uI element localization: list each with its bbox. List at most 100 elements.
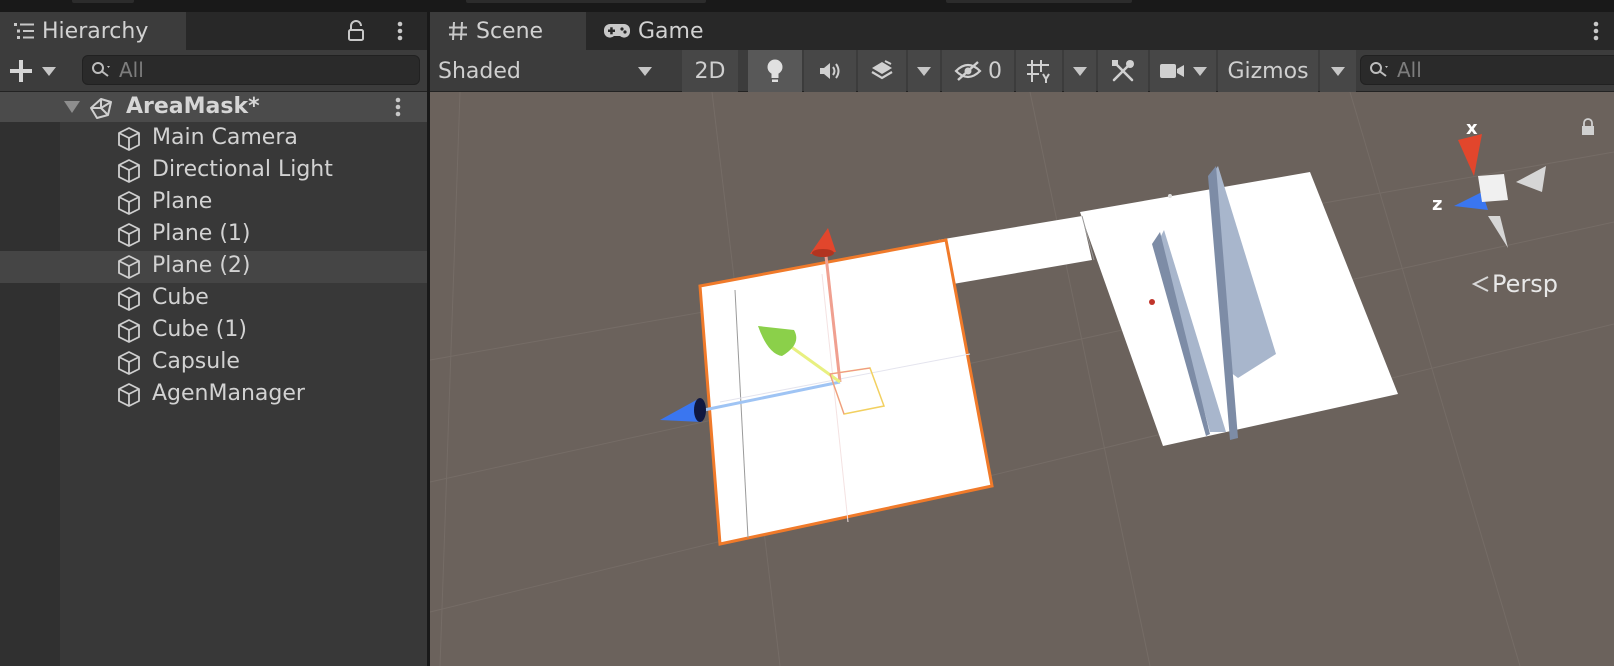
scene-search[interactable] <box>1360 55 1614 85</box>
gameobject-cube-icon <box>118 287 140 311</box>
gizmos-label: Gizmos <box>1227 58 1309 84</box>
scene-menu-button[interactable] <box>394 96 402 122</box>
hierarchy-item-label: Directional Light <box>152 157 333 182</box>
kebab-menu-icon <box>1593 21 1599 41</box>
tools-toggle[interactable] <box>1098 50 1148 92</box>
gizmo-center-cube[interactable] <box>1478 174 1508 202</box>
hierarchy-item[interactable]: Capsule <box>0 347 427 379</box>
corridor-mesh <box>938 216 1092 284</box>
hierarchy-tab-row: Hierarchy <box>0 12 427 50</box>
triangle-down-icon[interactable] <box>64 101 80 113</box>
lightbulb-icon <box>767 59 783 82</box>
panel-menu-button[interactable] <box>386 17 414 45</box>
grid-toggle[interactable] <box>1016 50 1062 92</box>
chevron-down-icon <box>42 66 56 76</box>
tab-hierarchy-label: Hierarchy <box>42 18 149 44</box>
lock-button[interactable] <box>342 17 370 45</box>
scene-panel: Scene Game Shaded 2D 0 Gizmos All x z Pe… <box>430 12 1614 666</box>
toolbar-remnant <box>466 0 706 3</box>
hidden-count: 0 <box>988 58 1002 84</box>
top-strip <box>0 0 1614 12</box>
scene-root-label: AreaMask* <box>126 94 260 119</box>
plus-icon <box>10 60 32 82</box>
hierarchy-item-selected[interactable]: Plane (2) <box>0 251 427 283</box>
tab-game-label: Game <box>638 18 704 44</box>
gameobject-cube-icon <box>118 351 140 375</box>
toolbar-remnant <box>72 0 134 3</box>
tab-scene[interactable]: Scene <box>430 12 586 50</box>
chevron-left-icon <box>1471 276 1489 292</box>
hierarchy-item[interactable]: AgenManager <box>0 379 427 411</box>
scene-visibility-toggle[interactable]: 0 <box>942 50 1014 92</box>
hierarchy-item-label: AgenManager <box>152 381 305 406</box>
gizmo-cone-bottom[interactable] <box>1488 216 1508 248</box>
toggle-2d-button[interactable]: 2D <box>682 50 738 92</box>
shading-mode-label: Shaded <box>438 58 521 84</box>
gizmo-z-label: z <box>1432 194 1442 215</box>
lock-icon <box>348 20 364 41</box>
hierarchy-item-label: Cube <box>152 285 209 310</box>
hierarchy-panel: Hierarchy All AreaMask* Main Camera Dire… <box>0 12 427 666</box>
speaker-icon <box>820 63 840 79</box>
gizmo-x-label: x <box>1466 118 1478 139</box>
kebab-menu-icon <box>395 97 401 117</box>
scene-search-input[interactable] <box>1397 58 1597 82</box>
gameobject-cube-icon <box>118 319 140 343</box>
gizmos-button[interactable]: Gizmos <box>1218 50 1318 92</box>
hierarchy-item[interactable]: Plane (1) <box>0 219 427 251</box>
scene-panel-menu-button[interactable] <box>1582 17 1610 45</box>
tab-scene-label: Scene <box>476 18 544 44</box>
grid-dropdown[interactable] <box>1064 50 1096 92</box>
chevron-down-icon <box>1193 66 1207 76</box>
chevron-down-icon <box>917 66 931 76</box>
hierarchy-item-label: Plane (1) <box>152 221 251 246</box>
capsule-marker <box>1168 194 1172 198</box>
hierarchy-item-label: Cube (1) <box>152 317 247 342</box>
hierarchy-tree: AreaMask* Main Camera Directional Light … <box>0 92 427 666</box>
lighting-toggle[interactable] <box>748 50 802 92</box>
search-icon <box>92 62 110 77</box>
hierarchy-search[interactable] <box>82 55 420 85</box>
gameobject-cube-icon <box>118 223 140 247</box>
hierarchy-item-label: Capsule <box>152 349 240 374</box>
tab-hierarchy[interactable]: Hierarchy <box>0 12 186 50</box>
gamepad-icon <box>602 19 632 43</box>
x-axis-gizmo-cone[interactable] <box>1458 134 1482 176</box>
scene-tab-row: Scene Game <box>430 12 1614 50</box>
orientation-gizmo[interactable]: x z <box>1432 112 1582 262</box>
hierarchy-item-label: Plane (2) <box>152 253 251 278</box>
gizmo-lock-icon[interactable] <box>1580 118 1596 140</box>
scene-root-row[interactable]: AreaMask* <box>0 92 427 122</box>
audio-toggle[interactable] <box>804 50 856 92</box>
projection-toggle[interactable]: Persp <box>1470 270 1558 298</box>
create-button[interactable] <box>8 56 62 86</box>
hierarchy-item[interactable]: Main Camera <box>0 123 427 155</box>
list-icon <box>12 19 36 43</box>
effects-dropdown[interactable] <box>908 50 940 92</box>
scene-toolbar: Shaded 2D 0 Gizmos All <box>430 50 1614 92</box>
gizmo-cone-right[interactable] <box>1516 166 1546 192</box>
hierarchy-item[interactable]: Plane <box>0 187 427 219</box>
chevron-down-icon <box>1073 66 1087 76</box>
hash-icon <box>446 19 470 43</box>
scene-viewport[interactable]: x z Persp <box>430 92 1614 666</box>
shading-mode-dropdown[interactable]: Shaded <box>430 50 662 92</box>
hierarchy-item[interactable]: Directional Light <box>0 155 427 187</box>
chevron-down-icon <box>638 66 652 76</box>
eye-slash-icon <box>954 61 982 81</box>
gameobject-cube-icon <box>118 255 140 279</box>
camera-settings-button[interactable] <box>1150 50 1216 92</box>
gizmos-dropdown[interactable] <box>1320 50 1356 92</box>
capsule-marker <box>1149 299 1155 305</box>
effects-toggle[interactable] <box>858 50 906 92</box>
hierarchy-item[interactable]: Cube (1) <box>0 315 427 347</box>
gameobject-cube-icon <box>118 191 140 215</box>
hierarchy-item[interactable]: Cube <box>0 283 427 315</box>
tab-game[interactable]: Game <box>588 12 728 50</box>
video-camera-icon <box>1160 64 1184 78</box>
grid-snap-icon <box>1027 60 1050 83</box>
kebab-menu-icon <box>397 21 403 41</box>
toolbar-remnant <box>946 0 1132 3</box>
hierarchy-item-label: Main Camera <box>152 125 298 150</box>
hierarchy-search-input[interactable] <box>119 58 382 82</box>
